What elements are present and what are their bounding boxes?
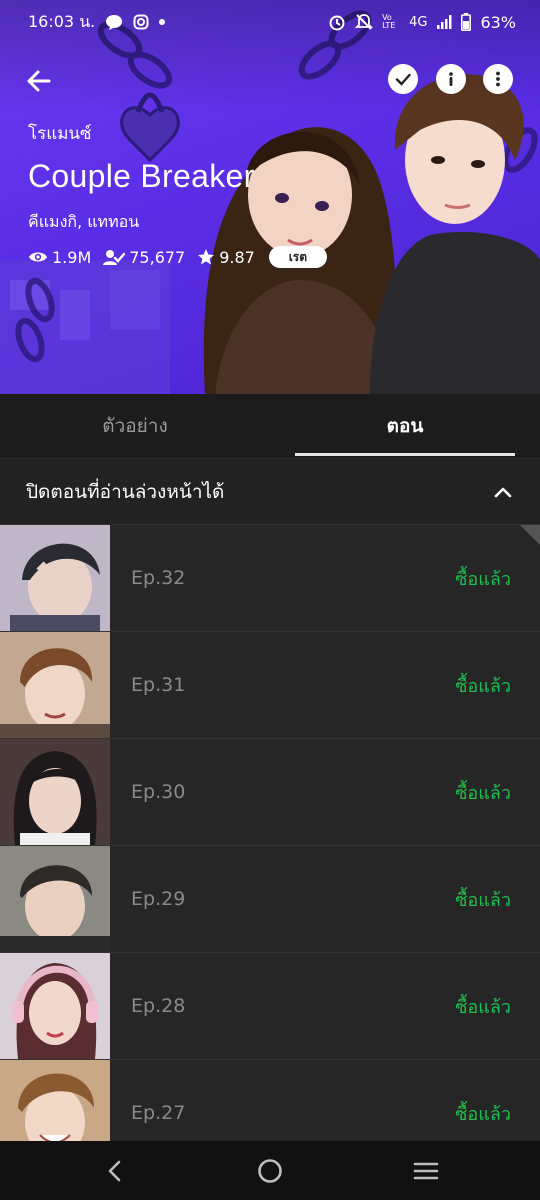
nav-back-button[interactable] (99, 1155, 131, 1187)
nav-recents-button[interactable] (410, 1155, 442, 1187)
info-icon (449, 72, 453, 86)
episode-number: Ep.30 (131, 781, 186, 803)
rating-stat: 9.87 (197, 248, 255, 267)
episode-row[interactable]: Ep.31 ซื้อแล้ว (0, 631, 540, 738)
episode-purchase-status: ซื้อแล้ว (455, 1103, 511, 1125)
chevron-left-icon (108, 1160, 121, 1182)
subscribed-button[interactable] (388, 64, 418, 94)
episode-number: Ep.28 (131, 995, 186, 1017)
status-time: 16:03 น. (28, 11, 96, 31)
tab-episodes[interactable]: ตอน (270, 394, 540, 458)
views-stat: 1.9M (28, 248, 91, 267)
signal-icon (437, 15, 452, 29)
episode-row[interactable]: Ep.30 ซื้อแล้ว (0, 738, 540, 845)
subscribers-count: 75,677 (129, 247, 186, 267)
episode-thumbnail (0, 525, 110, 631)
eye-icon (29, 252, 47, 262)
episode-thumbnail (0, 1060, 110, 1141)
authors-label: คีแมงกิ, แททอน (28, 212, 140, 231)
episode-row[interactable]: Ep.29 ซื้อแล้ว (0, 845, 540, 952)
tab-preview[interactable]: ตัวอย่าง (0, 394, 270, 458)
arrow-left-icon (27, 70, 51, 92)
system-navigation-bar (0, 1141, 540, 1200)
episode-purchase-status: ซื้อแล้ว (455, 782, 511, 804)
episode-purchase-status: ซื้อแล้ว (455, 889, 511, 911)
user-check-icon (103, 250, 126, 265)
episode-row[interactable]: Ep.28 ซื้อแล้ว (0, 952, 540, 1059)
content-tabs: ตัวอย่าง ตอน (0, 394, 540, 458)
battery-icon (461, 13, 472, 31)
instagram-icon (133, 14, 149, 30)
episode-number: Ep.32 (131, 567, 186, 589)
chat-bubble-icon (106, 15, 123, 30)
genre-label: โรแมนซ์ (28, 124, 92, 144)
mute-icon (355, 14, 374, 30)
episode-number: Ep.31 (131, 674, 186, 696)
home-circle-icon (258, 1159, 282, 1183)
series-title: Couple Breaker (28, 158, 255, 194)
network-label: 4G (409, 14, 428, 30)
alarm-icon (329, 15, 345, 31)
rate-button[interactable]: เรต (268, 246, 327, 268)
episode-row[interactable]: Ep.27 ซื้อแล้ว (0, 1059, 540, 1141)
episode-thumbnail (0, 632, 110, 738)
menu-lines-icon (413, 1162, 439, 1180)
hide-preorder-toggle[interactable]: ปิดตอนที่อ่านล่วงหน้าได้ (0, 458, 540, 524)
back-button[interactable] (22, 64, 56, 98)
stats-row: 1.9M 75,677 9.87 เรต (28, 246, 327, 268)
battery-level: 63% (480, 12, 516, 32)
star-icon (198, 249, 215, 265)
hide-preorder-label: ปิดตอนที่อ่านล่วงหน้าได้ (26, 480, 225, 503)
nav-home-button[interactable] (254, 1155, 286, 1187)
volte-label: Vo LTE (382, 13, 396, 30)
views-count: 1.9M (52, 247, 92, 267)
more-vertical-icon (496, 71, 500, 87)
top-bar (0, 58, 540, 102)
rating-value: 9.87 (219, 247, 255, 267)
status-bar: 16:03 น. Vo LTE 4G 63% (0, 0, 540, 44)
episode-list: Ep.32 ซื้อแล้ว Ep.31 ซื้อแล้ว Ep.30 ซื้อ… (0, 524, 540, 1141)
episode-thumbnail (0, 846, 110, 952)
subscribers-stat: 75,677 (103, 248, 185, 267)
episode-row[interactable]: Ep.32 ซื้อแล้ว (0, 524, 540, 631)
episode-purchase-status: ซื้อแล้ว (455, 568, 511, 590)
scroll-corner-marker (520, 525, 540, 545)
episode-purchase-status: ซื้อแล้ว (455, 996, 511, 1018)
episode-thumbnail (0, 739, 110, 845)
episode-purchase-status: ซื้อแล้ว (455, 675, 511, 697)
notification-dot-icon (159, 19, 166, 25)
episode-number: Ep.29 (131, 888, 186, 910)
episode-number: Ep.27 (131, 1102, 186, 1124)
series-hero: 16:03 น. Vo LTE 4G 63% โรแมนซ์ Couple Br… (0, 0, 540, 394)
check-icon (395, 73, 411, 86)
episode-thumbnail (0, 953, 110, 1059)
info-button[interactable] (436, 64, 466, 94)
chevron-up-icon[interactable] (492, 481, 514, 503)
more-options-button[interactable] (483, 64, 513, 94)
